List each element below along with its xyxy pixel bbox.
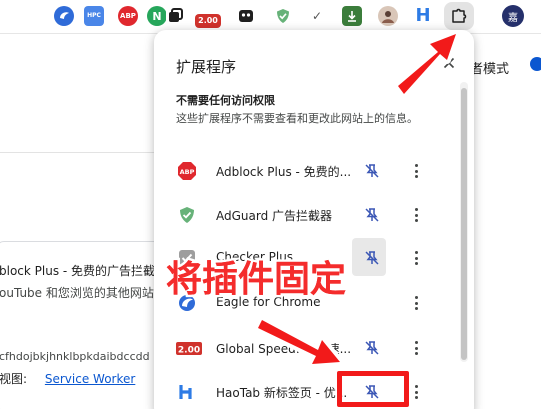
service-worker-link[interactable]: Service Worker [45,372,135,386]
developer-mode-toggle[interactable] [530,57,541,71]
extension-name: Global Speed: 视频速... [216,342,352,356]
adblock-icon[interactable]: ABP [118,6,138,26]
profile-avatar[interactable]: 嘉 [502,5,524,27]
card-view-label: 视图: [0,372,28,386]
extension-name: Adblock Plus - 免费的... [216,165,352,179]
more-options-button[interactable] [408,246,424,270]
more-options-button[interactable] [408,203,424,227]
puzzle-icon [452,8,467,23]
haotab-icon[interactable]: H [413,6,433,26]
haotab-icon [178,383,196,401]
square-icon[interactable] [166,6,186,26]
extension-row-adblock[interactable]: ABP Adblock Plus - 免费的... [176,156,456,186]
extensions-popup: 扩展程序 不需要任何访问权限 这些扩展程序不需要查看和更改此网站上的信息。 AB… [154,30,474,409]
ghost-icon[interactable] [236,6,256,26]
adblock-icon: ABP [178,162,196,180]
more-options-button[interactable] [408,380,424,404]
annotation-text: 将插件固定 [166,259,347,300]
adguard-icon [178,206,196,224]
check-icon[interactable]: ✓ [307,6,327,26]
close-icon [443,57,455,69]
eagle-icon[interactable] [54,6,74,26]
pin-icon [365,208,379,222]
n-icon[interactable]: N [147,6,167,26]
extensions-puzzle-button[interactable] [444,2,474,30]
page-divider [0,152,160,153]
svg-text:ABP: ABP [180,168,195,176]
popup-title: 扩展程序 [176,58,237,76]
pin-icon [365,341,379,355]
pin-button[interactable] [360,246,384,270]
global-speed-icon: 2.00 [176,339,202,357]
card-extension-desc: ouTube 和您浏览的其他网站 [0,286,154,300]
pin-icon [365,164,379,178]
extension-row-adguard[interactable]: AdGuard 广告拦截器 [176,200,456,230]
section-title: 不需要任何访问权限 [176,94,275,107]
extension-name: HaoTab 新标签页 - 优... [216,386,348,400]
hpc-icon[interactable]: HPC [84,6,104,26]
more-options-button[interactable] [408,291,424,315]
pin-button[interactable] [360,159,384,183]
extension-row-global-speed[interactable]: 2.00 Global Speed: 视频速... [176,333,456,363]
global-speed-icon[interactable]: 2.00 [195,14,221,28]
more-options-button[interactable] [408,159,424,183]
profile-photo-icon[interactable] [378,6,398,26]
annotation-highlight-box [337,371,409,407]
card-extension-name: block Plus - 免费的广告拦截器 [0,264,157,278]
extension-card: block Plus - 免费的广告拦截器 ouTube 和您浏览的其他网站 c… [0,241,166,409]
pin-button[interactable] [360,203,384,227]
svg-text:2.00: 2.00 [178,346,200,356]
download-icon[interactable] [342,6,362,26]
card-extension-id: cfhdojbkjhnklbpkdaibdccdd [0,350,150,363]
pin-icon [365,251,379,265]
extension-name: AdGuard 广告拦截器 [216,209,333,223]
browser-toolbar: HPC ABP N 2.00 ✓ H 嘉 [0,0,541,34]
card-inspect-views: 视图: Service Worker [0,370,157,387]
close-button[interactable] [438,52,460,74]
scrollbar-thumb[interactable] [461,88,467,360]
pin-button[interactable] [360,336,384,360]
developer-mode-label: 者模式 [470,62,510,77]
section-description: 这些扩展程序不需要查看和更改此网站上的信息。 [176,112,418,125]
adguard-icon[interactable] [273,6,293,26]
extension-row-haotab[interactable]: HaoTab 新标签页 - 优... [176,377,456,407]
more-options-button[interactable] [408,336,424,360]
